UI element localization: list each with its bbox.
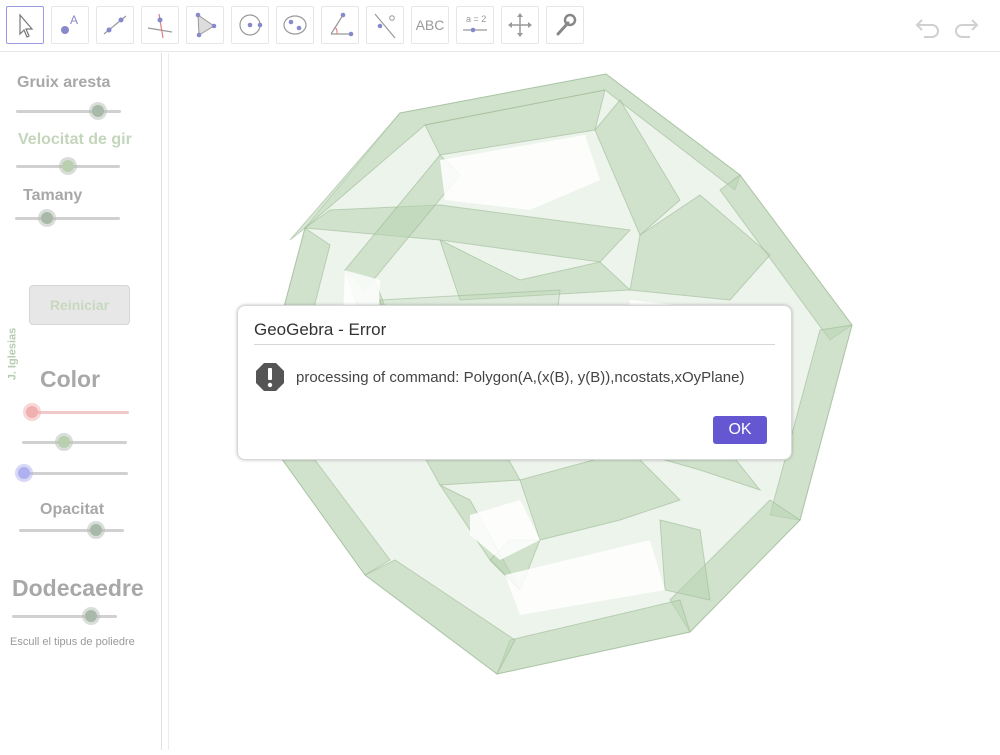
circle-tool-button[interactable] (231, 6, 269, 44)
toolbar: A ABC a = 2 (0, 0, 1000, 52)
blue-slider[interactable] (18, 467, 128, 479)
speed-knob[interactable] (62, 160, 74, 172)
red-knob[interactable] (26, 406, 39, 418)
redo-icon (955, 19, 979, 38)
svg-text:A: A (70, 13, 78, 27)
author-credit: J. Iglesias (6, 327, 19, 381)
circle-icon (239, 14, 263, 36)
slider-tool-button[interactable]: a = 2 (456, 6, 494, 44)
edge-width-knob[interactable] (91, 105, 104, 117)
reflect-tool-button[interactable] (366, 6, 404, 44)
edge-width-label: Gruix aresta (17, 74, 111, 91)
edge-width-slider[interactable] (16, 105, 121, 117)
polyhedron-hint: Escull el tipus de poliedre (10, 636, 135, 648)
dialog-divider (254, 344, 775, 345)
error-message: processing of command: Polygon(A,(x(B), … (296, 369, 745, 386)
blue-knob[interactable] (18, 467, 30, 479)
undo-icon (915, 19, 939, 38)
conic-icon (283, 15, 307, 35)
text-icon: ABC (415, 17, 445, 33)
opacity-label: Opacitat (40, 501, 105, 518)
pointer-arrow-icon (19, 13, 34, 38)
opacity-knob[interactable] (89, 524, 102, 536)
polyhedron-label: Dodecaedre (12, 575, 144, 601)
polyhedron-knob[interactable] (84, 610, 97, 622)
dialog-title: GeoGebra - Error (254, 320, 387, 339)
slider-icon: a = 2 (463, 14, 487, 33)
redo-button[interactable] (952, 14, 980, 43)
speed-slider[interactable] (16, 160, 120, 172)
undo-button[interactable] (914, 14, 942, 43)
move-tool-button[interactable] (6, 6, 44, 44)
red-slider[interactable] (26, 406, 129, 418)
move-cross-icon (508, 13, 532, 37)
speed-label: Velocitat de gir (18, 131, 132, 148)
point-tool-button[interactable]: A (51, 6, 89, 44)
polygon-icon (195, 12, 217, 38)
polyhedron-slider[interactable] (12, 610, 117, 622)
angle-icon (330, 12, 354, 37)
exclamation-icon (256, 363, 284, 391)
control-panel: Gruix aresta Velocitat de gir Tamany J. … (0, 53, 162, 750)
green-slider[interactable] (22, 436, 127, 448)
size-label: Tamany (23, 187, 83, 204)
size-slider[interactable] (15, 212, 120, 224)
polygon-tool-button[interactable] (186, 6, 224, 44)
opacity-slider[interactable] (19, 524, 124, 536)
green-knob[interactable] (58, 436, 70, 448)
angle-tool-button[interactable] (321, 6, 359, 44)
move-graphics-tool-button[interactable] (501, 6, 539, 44)
size-knob[interactable] (40, 212, 53, 224)
color-label: Color (40, 366, 101, 392)
wrench-icon (556, 13, 577, 36)
ok-button[interactable]: OK (713, 416, 767, 444)
line-icon (103, 15, 127, 35)
perpendicular-tool-button[interactable] (141, 6, 179, 44)
properties-tool-button[interactable] (546, 6, 584, 44)
conic-tool-button[interactable] (276, 6, 314, 44)
line-tool-button[interactable] (96, 6, 134, 44)
point-icon: A (61, 13, 78, 34)
text-tool-button[interactable]: ABC (411, 6, 449, 44)
error-dialog: GeoGebra - Error processing of command: … (237, 305, 792, 460)
perpendicular-icon (147, 13, 173, 39)
reset-button[interactable]: Reiniciar (29, 285, 130, 325)
svg-text:a = 2: a = 2 (466, 14, 486, 24)
reflect-icon (374, 13, 396, 39)
